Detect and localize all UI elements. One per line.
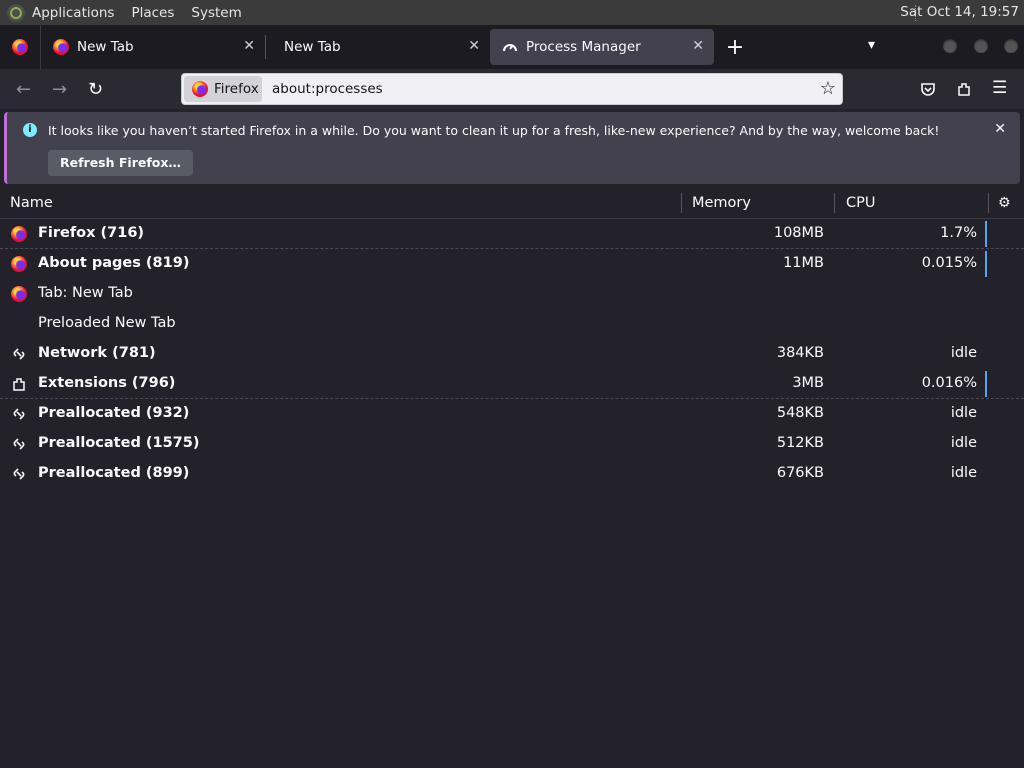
clock[interactable]: Sat Oct 14, 19:57 — [900, 4, 1019, 20]
table-row[interactable]: Preallocated (899) 676KB idle — [0, 459, 1024, 489]
process-memory: 11MB — [783, 255, 824, 271]
process-cpu: 0.016% — [921, 375, 977, 391]
cpu-activity-bar — [985, 221, 987, 247]
firefox-icon — [11, 256, 27, 272]
firefox-icon — [192, 81, 208, 97]
process-name: Preallocated (932) — [38, 405, 190, 421]
cpu-activity-bar — [985, 251, 987, 277]
link-icon — [13, 438, 25, 450]
tab-title: New Tab — [77, 39, 134, 55]
process-cpu: idle — [950, 345, 977, 361]
pocket-icon[interactable] — [920, 81, 936, 97]
gauge-icon — [503, 44, 517, 52]
tab-new-tab-2[interactable]: New Tab ✕ — [266, 29, 490, 65]
tab-close-icon[interactable]: ✕ — [692, 38, 704, 54]
link-icon — [13, 468, 25, 480]
table-row[interactable]: Extensions (796) 3MB 0.016% — [0, 369, 1024, 399]
identity-box[interactable]: Firefox — [184, 76, 262, 102]
navigation-bar: ← → ↻ Firefox about:processes ☆ ☰ — [0, 69, 1024, 109]
hamburger-menu-icon[interactable]: ☰ — [992, 78, 1007, 98]
notification-message: It looks like you haven’t started Firefo… — [48, 123, 940, 138]
process-memory: 548KB — [776, 405, 824, 421]
firefox-icon — [11, 226, 27, 242]
table-body: Firefox (716) 108MB 1.7% About pages (819) 1… — [0, 219, 1024, 489]
places-menu[interactable]: Places — [131, 5, 174, 21]
process-memory: 676KB — [776, 465, 824, 481]
table-header: Name Memory CPU ⚙ — [0, 190, 1024, 219]
table-row[interactable]: Preloaded New Tab — [0, 309, 1024, 339]
puzzle-icon — [13, 378, 25, 391]
process-name: Extensions (796) — [38, 375, 176, 391]
tab-close-icon[interactable]: ✕ — [468, 38, 480, 54]
column-header-memory[interactable]: Memory — [692, 195, 751, 211]
refresh-firefox-button[interactable]: Refresh Firefox… — [48, 150, 193, 176]
tab-title: Process Manager — [526, 39, 641, 55]
process-name: About pages (819) — [38, 255, 190, 271]
process-cpu: idle — [950, 465, 977, 481]
url-bar[interactable]: Firefox about:processes ☆ — [181, 73, 843, 105]
url-text[interactable]: about:processes — [272, 81, 383, 97]
tab-new-tab-1[interactable]: New Tab ✕ — [41, 29, 265, 65]
system-menu[interactable]: System — [191, 5, 241, 21]
maximize-button[interactable] — [974, 39, 988, 53]
firefox-icon — [12, 39, 28, 55]
column-divider — [834, 193, 835, 213]
forward-arrow-icon[interactable]: → — [52, 79, 67, 100]
process-memory: 512KB — [776, 435, 824, 451]
refresh-notification-bar: i It looks like you haven’t started Fire… — [4, 112, 1020, 184]
process-name: Preloaded New Tab — [38, 315, 176, 331]
process-name: Preallocated (899) — [38, 465, 190, 481]
tab-strip: New Tab ✕ New Tab ✕ Process Manager ✕ + … — [0, 25, 1024, 69]
process-name: Tab: New Tab — [38, 285, 133, 301]
bookmark-star-icon[interactable]: ☆ — [820, 78, 836, 99]
process-name: Network (781) — [38, 345, 156, 361]
settings-gear-icon[interactable]: ⚙ — [998, 195, 1011, 211]
process-cpu: idle — [950, 435, 977, 451]
process-memory: 384KB — [776, 345, 824, 361]
process-cpu: 0.015% — [921, 255, 977, 271]
minimize-button[interactable] — [943, 39, 957, 53]
table-row[interactable]: Preallocated (1575) 512KB idle — [0, 429, 1024, 459]
distro-logo-icon[interactable] — [7, 3, 25, 22]
process-name: Preallocated (1575) — [38, 435, 200, 451]
new-tab-button[interactable]: + — [720, 35, 750, 60]
notification-close-icon[interactable]: ✕ — [994, 121, 1006, 137]
info-icon: i — [23, 123, 37, 137]
column-divider — [988, 193, 989, 213]
tab-title: New Tab — [284, 39, 341, 55]
table-row[interactable]: Tab: New Tab — [0, 279, 1024, 309]
process-memory: 3MB — [792, 375, 824, 391]
tab-process-manager[interactable]: Process Manager ✕ — [490, 29, 714, 65]
firefox-icon — [53, 39, 69, 55]
process-memory: 108MB — [773, 225, 824, 241]
system-panel: Applications Places System Sat Oct 14, 1… — [0, 0, 1024, 25]
column-header-cpu[interactable]: CPU — [846, 195, 875, 211]
link-icon — [13, 408, 25, 420]
identity-label: Firefox — [214, 81, 259, 97]
link-icon — [13, 348, 25, 360]
table-row[interactable]: Network (781) 384KB idle — [0, 339, 1024, 369]
process-name: Firefox (716) — [38, 225, 145, 241]
pinned-tab[interactable] — [0, 25, 41, 69]
resize-cursor-icon: ▕ — [1020, 588, 1024, 602]
back-arrow-icon[interactable]: ← — [16, 79, 31, 100]
column-divider — [681, 193, 682, 213]
column-header-name[interactable]: Name — [10, 195, 53, 211]
process-cpu: 1.7% — [940, 225, 977, 241]
process-cpu: idle — [950, 405, 977, 421]
applications-menu[interactable]: Applications — [32, 5, 114, 21]
table-row[interactable]: Firefox (716) 108MB 1.7% — [0, 219, 1024, 249]
table-row[interactable]: Preallocated (932) 548KB idle — [0, 399, 1024, 429]
reload-icon[interactable]: ↻ — [88, 79, 103, 100]
cpu-activity-bar — [985, 371, 987, 397]
close-window-button[interactable] — [1004, 39, 1018, 53]
extensions-puzzle-icon[interactable] — [956, 81, 972, 97]
list-all-tabs-chevron-icon[interactable]: ▾ — [868, 37, 875, 53]
tab-close-icon[interactable]: ✕ — [243, 38, 255, 54]
process-table: Name Memory CPU ⚙ Firefox (716) 108MB 1.7%… — [0, 190, 1024, 489]
table-row[interactable]: About pages (819) 11MB 0.015% — [0, 249, 1024, 279]
firefox-icon — [11, 286, 27, 302]
